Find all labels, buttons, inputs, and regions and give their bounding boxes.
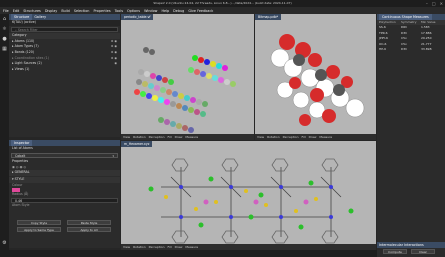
- menu-edit[interactable]: Edit: [13, 9, 20, 13]
- draw-button[interactable]: Draw: [309, 135, 317, 139]
- color-label: Colour: [12, 182, 23, 187]
- csm-panel: Continuous Shape Measures Polyhedron Sym…: [377, 14, 445, 242]
- rotation-button[interactable]: Rotation: [267, 135, 280, 139]
- house-icon[interactable]: ⌂: [1, 16, 8, 23]
- menu-selection[interactable]: Selection: [74, 9, 90, 13]
- section-style-label: STYLE: [14, 176, 25, 181]
- list-item-label: ▸ Atom Types (7): [12, 44, 39, 49]
- table-row[interactable]: HP-6 D3h 33.898: [377, 47, 445, 52]
- wrench-icon[interactable]: ⚙: [1, 240, 8, 247]
- menu-help[interactable]: Help: [161, 9, 169, 13]
- ball-stick-render: [148, 158, 354, 244]
- list-item-views[interactable]: ▸ Views (1): [9, 67, 120, 73]
- element-select-value: Cobalt: [15, 153, 26, 158]
- minimize-button[interactable]: –: [426, 1, 428, 6]
- grid-icon[interactable]: ▦: [1, 46, 8, 53]
- left-toolbar: ⌂ ⚛ ● ▦ ⚙: [0, 14, 9, 257]
- copy-style-button[interactable]: Copy Style: [17, 220, 61, 225]
- maximize-button[interactable]: □: [432, 1, 436, 6]
- view-button[interactable]: View: [123, 245, 130, 249]
- search-placeholder: Search Filter: [17, 27, 38, 32]
- viewport-bitmap[interactable]: Bitmap.pdb* View Rotation Perception Fil…: [255, 14, 376, 140]
- close-button[interactable]: ✕: [440, 1, 443, 6]
- search-input[interactable]: ⌕ Search Filter: [11, 26, 118, 33]
- structure-panel: Structure Gallery 6(TAU) (active) ⌕ Sear…: [9, 14, 120, 137]
- viewport-toolbar: View Rotation Perception Fill Draw Measu…: [121, 134, 254, 140]
- measure-button[interactable]: Measure: [185, 135, 198, 139]
- menu-debug[interactable]: Debug: [173, 9, 184, 13]
- perception-button[interactable]: Perception: [149, 135, 165, 139]
- atom-style-label: Atom Style: [12, 203, 30, 208]
- periodic-table-render: [134, 47, 236, 133]
- window-controls: – □ ✕: [426, 0, 443, 7]
- menu-file[interactable]: File: [3, 9, 9, 13]
- csm-cell-val: 33.898: [421, 46, 432, 51]
- fill-button[interactable]: Fill: [302, 135, 306, 139]
- draw-button[interactable]: Draw: [175, 245, 183, 249]
- list-item-label: ▸ Atoms (110): [12, 38, 35, 43]
- section-general[interactable]: ▸ GENERAL: [9, 170, 120, 176]
- menu-options[interactable]: Options: [127, 9, 140, 13]
- intermolecular-title: Intermolecular Interactions: [379, 243, 424, 247]
- menu-bar: File Edit Structures Display Build Selec…: [0, 7, 445, 14]
- measure-button[interactable]: Measure: [319, 135, 332, 139]
- list-item-label: ▸ Light Sources (2): [12, 61, 42, 66]
- menu-tools[interactable]: Tools: [115, 9, 123, 13]
- intermolecular-panel: Intermolecular Interactions Compute Clea…: [377, 242, 445, 257]
- measure-button[interactable]: Measure: [185, 245, 198, 249]
- csm-cell-name: HP-6: [379, 46, 386, 51]
- list-item-label: ▸ Views (1): [12, 66, 30, 71]
- inspector-subtitle: List of Atoms: [12, 146, 33, 150]
- view-button[interactable]: View: [257, 135, 264, 139]
- list-item-label: ▸ Bonds (120): [12, 49, 35, 54]
- structure-active-label: 6(TAU) (active): [9, 20, 120, 26]
- section-general-label: GENERAL: [14, 170, 30, 175]
- view-button[interactable]: View: [123, 135, 130, 139]
- draw-button[interactable]: Draw: [175, 135, 183, 139]
- molecule-icon[interactable]: ⚛: [1, 26, 8, 33]
- perception-button[interactable]: Perception: [283, 135, 299, 139]
- rotation-button[interactable]: Rotation: [133, 245, 146, 249]
- menu-window[interactable]: Window: [144, 9, 157, 13]
- menu-structures[interactable]: Structures: [23, 9, 41, 13]
- menu-feedback[interactable]: Give Feedback: [188, 9, 213, 13]
- compute-button[interactable]: Compute: [383, 249, 407, 254]
- element-select[interactable]: Cobalt ▾: [11, 152, 118, 159]
- inspector-panel: Inspector List of Atoms Cobalt ▾ Properti…: [9, 140, 120, 248]
- csm-cell-sym: D3h: [401, 46, 408, 51]
- paste-style-button[interactable]: Paste Style: [67, 220, 111, 225]
- status-bar: [0, 250, 377, 257]
- rotation-button[interactable]: Rotation: [133, 135, 146, 139]
- atom-icon[interactable]: ●: [1, 36, 8, 43]
- list-item-label: ▸ Coordination sites (1): [12, 55, 49, 60]
- fill-button[interactable]: Fill: [168, 245, 172, 249]
- radius-value: 0.46: [15, 198, 23, 203]
- window-title: ShapeV 2.0 (Ubuntu 24.04, 22 Threads, Li…: [0, 0, 445, 7]
- menu-build[interactable]: Build: [61, 9, 70, 13]
- apply-same-type-button[interactable]: Apply to Same Type: [17, 227, 61, 232]
- fill-button[interactable]: Fill: [168, 135, 172, 139]
- viewport-periodic-table[interactable]: periodic_table.vf View Rotation Percepti…: [121, 14, 254, 140]
- viewport-toolbar: View Rotation Perception Fill Draw Measu…: [255, 134, 376, 140]
- apply-all-button[interactable]: Apply to All: [67, 227, 111, 232]
- spacefill-render: [270, 34, 365, 126]
- viewport-hexamer[interactable]: m_Hexamer.xyz View Rotation Perception F…: [121, 141, 376, 250]
- clear-button[interactable]: Clear: [411, 249, 435, 254]
- perception-button[interactable]: Perception: [149, 245, 165, 249]
- menu-display[interactable]: Display: [45, 9, 58, 13]
- menu-properties[interactable]: Properties: [93, 9, 110, 13]
- window-title-text: ShapeV 2.0 (Ubuntu 24.04, 22 Threads, Li…: [153, 1, 292, 5]
